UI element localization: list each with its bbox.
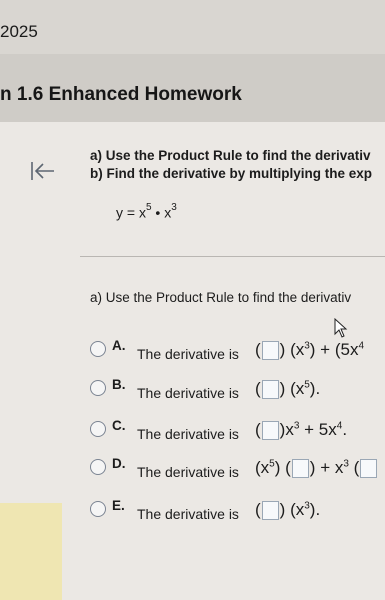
answer-box[interactable] — [261, 341, 279, 361]
option-math: () (x3). — [255, 500, 321, 521]
option-c[interactable]: C. The derivative is ()x3 + 5x4. — [90, 418, 385, 444]
top-bar — [0, 0, 385, 54]
answer-box[interactable] — [261, 380, 279, 400]
option-e[interactable]: E. The derivative is () (x3). — [90, 498, 385, 524]
option-text: The derivative is — [137, 385, 239, 401]
answer-box[interactable] — [261, 421, 279, 441]
divider — [80, 256, 385, 257]
option-math: ()x3 + 5x4. — [255, 420, 348, 441]
subquestion-label: a) Use the Product Rule to find the deri… — [90, 290, 352, 305]
radio-button[interactable] — [90, 501, 106, 517]
radio-button[interactable] — [90, 380, 106, 396]
option-a[interactable]: A. The derivative is () (x3) + (5x4 — [90, 338, 385, 364]
option-letter: B. — [112, 377, 126, 392]
answer-box[interactable] — [291, 459, 309, 479]
option-b[interactable]: B. The derivative is () (x5). — [90, 377, 385, 403]
option-text: The derivative is — [137, 464, 239, 480]
mouse-cursor-icon — [334, 318, 348, 338]
answer-box[interactable] — [360, 459, 378, 479]
year-label: 2025 — [0, 22, 38, 41]
radio-button[interactable] — [90, 341, 106, 357]
radio-button[interactable] — [90, 459, 106, 475]
option-d[interactable]: D. The derivative is (x5) () + x3 ( — [90, 456, 385, 482]
side-strip — [0, 503, 62, 600]
option-letter: C. — [112, 418, 126, 433]
function-equation: y = x5 • x3 — [116, 202, 177, 221]
option-text: The derivative is — [137, 506, 239, 522]
option-letter: D. — [112, 456, 126, 471]
radio-button[interactable] — [90, 421, 106, 437]
option-math: () (x3) + (5x4 — [255, 340, 365, 361]
option-math: (x5) () + x3 ( — [255, 458, 378, 479]
question-part-b: b) Find the derivative by multiplying th… — [90, 166, 373, 181]
option-letter: A. — [112, 338, 126, 353]
answer-box[interactable] — [261, 501, 279, 521]
option-math: () (x5). — [255, 379, 321, 400]
collapse-left-icon[interactable] — [30, 160, 56, 182]
question-part-a: a) Use the Product Rule to find the deri… — [90, 148, 371, 163]
option-text: The derivative is — [137, 426, 239, 442]
option-text: The derivative is — [137, 346, 239, 362]
option-letter: E. — [112, 498, 125, 513]
page-title: n 1.6 Enhanced Homework — [0, 84, 242, 105]
